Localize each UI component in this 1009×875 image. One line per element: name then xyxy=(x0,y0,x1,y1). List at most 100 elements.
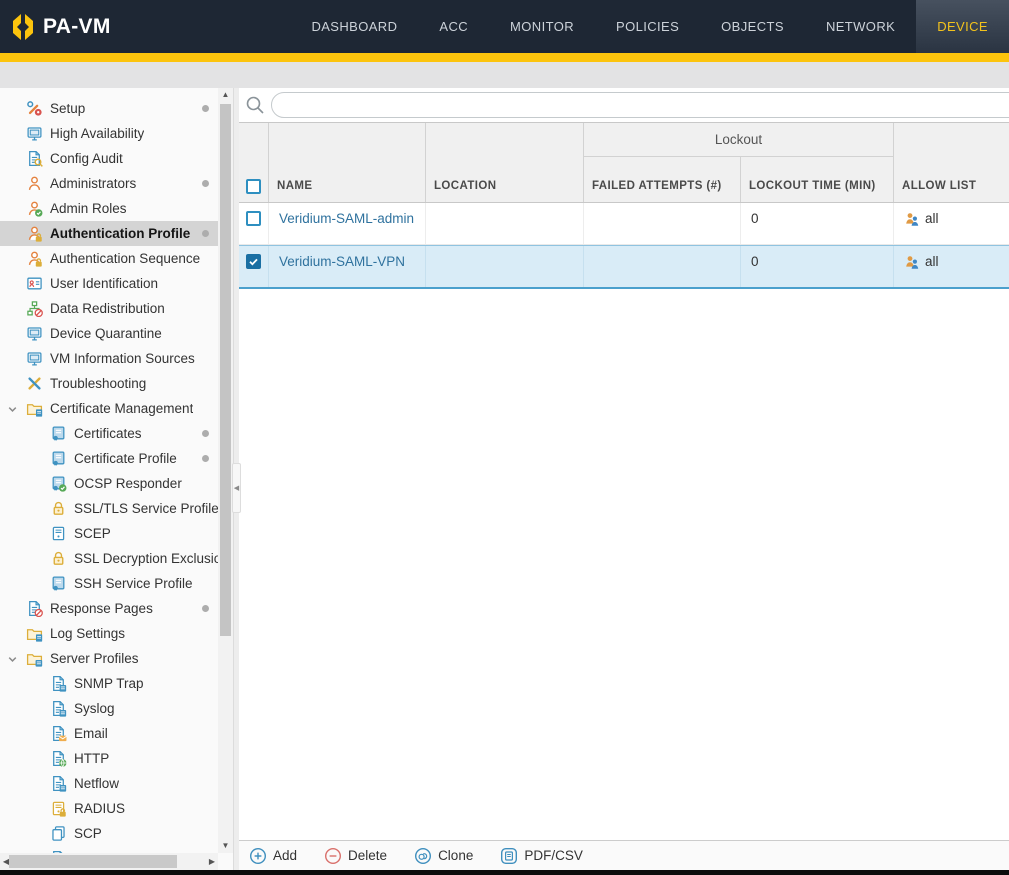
sidebar-item-admin-roles[interactable]: Admin Roles xyxy=(0,196,218,221)
scroll-down-arrow-icon[interactable]: ▼ xyxy=(218,839,233,853)
sidebar-item-high-availability[interactable]: High Availability xyxy=(0,121,218,146)
scp-icon xyxy=(50,825,67,842)
tab-objects[interactable]: OBJECTS xyxy=(700,0,805,53)
tab-policies[interactable]: POLICIES xyxy=(595,0,700,53)
table-row[interactable]: Veridium-SAML-admin0all xyxy=(239,203,1009,245)
sidebar-horizontal-scrollbar[interactable]: ◀ ▶ xyxy=(0,853,218,870)
cell-name[interactable]: Veridium-SAML-admin xyxy=(269,203,426,244)
sidebar-item-certificate-management[interactable]: Certificate Management xyxy=(0,396,218,421)
sidebar-item-http[interactable]: HTTP xyxy=(0,746,218,771)
sidebar-item-response-pages[interactable]: Response Pages xyxy=(0,596,218,621)
select-all-checkbox[interactable] xyxy=(246,179,261,194)
sidebar-item-label: Authentication Profile xyxy=(50,226,190,241)
sidebar-item-label: Certificates xyxy=(74,426,142,441)
sidebar-item-ocsp-responder[interactable]: OCSP Responder xyxy=(0,471,218,496)
sidebar-item-server-profiles[interactable]: Server Profiles xyxy=(0,646,218,671)
sidebar-item-certificate-profile[interactable]: Certificate Profile xyxy=(0,446,218,471)
sidebar-item-vm-information-sources[interactable]: VM Information Sources xyxy=(0,346,218,371)
column-header-lockout-time[interactable]: LOCKOUT TIME (MIN) xyxy=(741,157,894,202)
http-icon xyxy=(50,750,67,767)
sidebar-item-device-quarantine[interactable]: Device Quarantine xyxy=(0,321,218,346)
troubleshooting-icon xyxy=(26,375,43,392)
cell-failed-attempts xyxy=(584,246,741,287)
administrators-icon xyxy=(26,175,43,192)
item-indicator-dot xyxy=(202,430,209,437)
header-select-all-cell xyxy=(239,123,269,202)
lockout-group-label: Lockout xyxy=(584,123,893,157)
row-checkbox[interactable] xyxy=(246,254,261,269)
sidebar-item-email[interactable]: Email xyxy=(0,721,218,746)
brand-logo: PA-VM xyxy=(0,0,111,53)
tab-network[interactable]: NETWORK xyxy=(805,0,916,53)
table-row[interactable]: Veridium-SAML-VPN0all xyxy=(239,245,1009,289)
column-header-allow-list[interactable]: ALLOW LIST xyxy=(894,123,1009,202)
sidebar-item-user-identification[interactable]: User Identification xyxy=(0,271,218,296)
user-identification-icon xyxy=(26,275,43,292)
bottom-edge-strip xyxy=(0,870,1009,875)
clone-button[interactable]: Clone xyxy=(414,847,473,865)
sidebar-item-radius[interactable]: RADIUS xyxy=(0,796,218,821)
certificates-icon xyxy=(50,425,67,442)
pdf-csv-button[interactable]: PDF/CSV xyxy=(500,847,583,865)
tab-monitor[interactable]: MONITOR xyxy=(489,0,595,53)
search-icon xyxy=(244,94,266,116)
row-checkbox[interactable] xyxy=(246,211,261,226)
sidebar-item-ssh-service-profile[interactable]: SSH Service Profile xyxy=(0,571,218,596)
sidebar-item-label: Log Settings xyxy=(50,626,125,641)
sidebar-item-label: Authentication Sequence xyxy=(50,251,200,266)
delete-button[interactable]: Delete xyxy=(324,847,387,865)
tab-dashboard[interactable]: DASHBOARD xyxy=(290,0,418,53)
sidebar-item-netflow[interactable]: Netflow xyxy=(0,771,218,796)
sidebar-item-label: Admin Roles xyxy=(50,201,127,216)
sidebar-item-authentication-sequence[interactable]: Authentication Sequence xyxy=(0,246,218,271)
sidebar-item-syslog[interactable]: Syslog xyxy=(0,696,218,721)
certificate-management-icon xyxy=(26,400,43,417)
admin-roles-icon xyxy=(26,200,43,217)
empty-area xyxy=(239,289,1009,840)
add-button[interactable]: Add xyxy=(249,847,297,865)
cell-failed-attempts xyxy=(584,203,741,244)
logo-text: PA-VM xyxy=(43,15,111,39)
sidebar-item-config-audit[interactable]: Config Audit xyxy=(0,146,218,171)
sidebar-item-certificates[interactable]: Certificates xyxy=(0,421,218,446)
sidebar-item-label: HTTP xyxy=(74,751,109,766)
sidebar-item-log-settings[interactable]: Log Settings xyxy=(0,621,218,646)
sidebar-item-troubleshooting[interactable]: Troubleshooting xyxy=(0,371,218,396)
sidebar-item-administrators[interactable]: Administrators xyxy=(0,171,218,196)
sidebar-item-label: OCSP Responder xyxy=(74,476,182,491)
sidebar-item-ssl-decryption-exclusion[interactable]: SSL Decryption Exclusion xyxy=(0,546,218,571)
tab-device[interactable]: DEVICE xyxy=(916,0,1009,53)
splitter-collapse-handle[interactable]: ◀ xyxy=(232,463,241,513)
sidebar-vertical-scrollbar[interactable]: ▲ ▼ xyxy=(218,88,233,853)
scroll-up-arrow-icon[interactable]: ▲ xyxy=(218,88,233,102)
email-icon xyxy=(50,725,67,742)
cell-name[interactable]: Veridium-SAML-VPN xyxy=(269,246,426,287)
vertical-scroll-thumb[interactable] xyxy=(220,104,231,636)
chevron-down-icon[interactable] xyxy=(7,403,18,418)
tab-acc[interactable]: ACC xyxy=(418,0,489,53)
sidebar-item-scp[interactable]: SCP xyxy=(0,821,218,846)
sidebar-item-label: SCEP xyxy=(74,526,111,541)
chevron-down-icon[interactable] xyxy=(7,653,18,668)
column-header-name[interactable]: NAME xyxy=(269,123,426,202)
certificate-profile-icon xyxy=(50,450,67,467)
ocsp-responder-icon xyxy=(50,475,67,492)
sidebar-item-ssl-tls-service-profile[interactable]: SSL/TLS Service Profile xyxy=(0,496,218,521)
high-availability-icon xyxy=(26,125,43,142)
sidebar-item-data-redistribution[interactable]: Data Redistribution xyxy=(0,296,218,321)
sidebar-item-authentication-profile[interactable]: Authentication Profile xyxy=(0,221,218,246)
panel-splitter[interactable]: ◀ xyxy=(234,88,239,870)
column-header-failed-attempts[interactable]: FAILED ATTEMPTS (#) xyxy=(584,157,741,202)
sidebar-item-scep[interactable]: SCEP xyxy=(0,521,218,546)
ssh-service-profile-icon xyxy=(50,575,67,592)
column-header-location[interactable]: LOCATION xyxy=(426,123,584,202)
cell-location xyxy=(426,246,584,287)
sidebar-item-setup[interactable]: Setup xyxy=(0,96,218,121)
horizontal-scroll-thumb[interactable] xyxy=(9,855,177,868)
search-input[interactable] xyxy=(271,92,1009,118)
response-pages-icon xyxy=(26,600,43,617)
scroll-right-arrow-icon[interactable]: ▶ xyxy=(206,853,218,870)
column-group-lockout: Lockout FAILED ATTEMPTS (#) LOCKOUT TIME… xyxy=(584,123,894,202)
sidebar-item-snmp-trap[interactable]: SNMP Trap xyxy=(0,671,218,696)
sidebar-item-label: SSH Service Profile xyxy=(74,576,193,591)
